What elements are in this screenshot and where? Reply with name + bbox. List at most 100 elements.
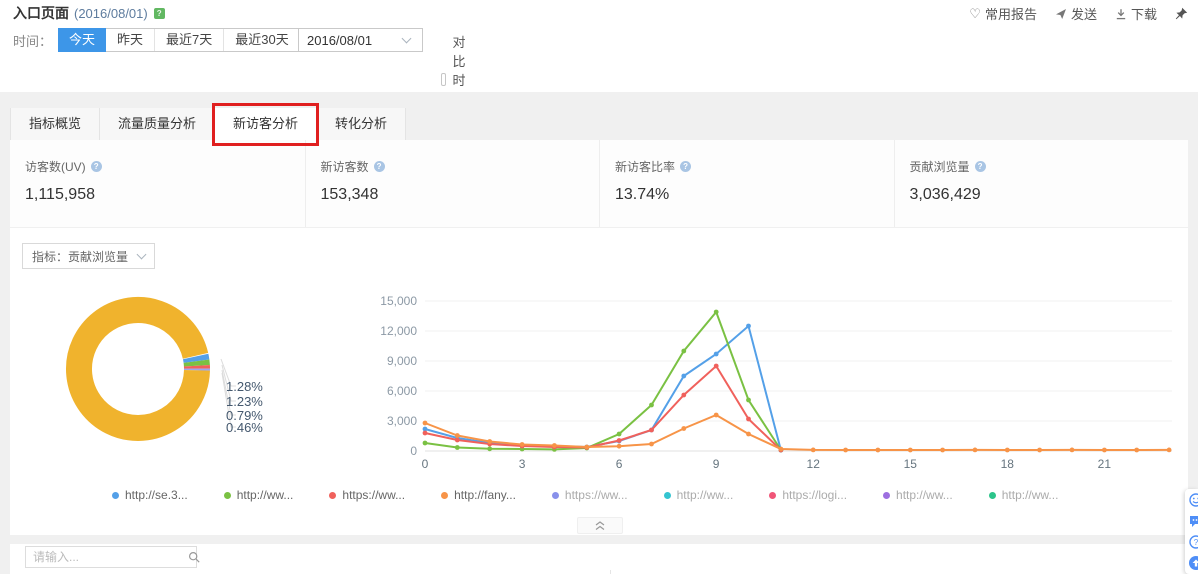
back-to-top-icon[interactable] — [1188, 555, 1198, 571]
svg-text:3,000: 3,000 — [387, 414, 417, 428]
donut-slice-label: 0.46% — [226, 420, 263, 435]
smiley-icon[interactable] — [1188, 492, 1198, 508]
metric-value: 13.74% — [615, 186, 894, 204]
search-input[interactable] — [26, 550, 188, 564]
send-icon — [1055, 8, 1067, 20]
preset-yesterday[interactable]: 昨天 — [106, 29, 155, 51]
legend-label: http://ww... — [896, 488, 953, 502]
legend-dot-icon — [112, 492, 119, 499]
help-circle-icon[interactable]: ? — [1188, 534, 1198, 550]
legend-item[interactable]: http://ww... — [664, 488, 734, 502]
svg-text:9,000: 9,000 — [387, 354, 417, 368]
metrics-row: 访客数(UV) ? 1,115,958 新访客数 ? 153,348 新访客比率… — [10, 140, 1188, 228]
search-icon[interactable] — [188, 551, 201, 564]
legend-label: https://ww... — [565, 488, 628, 502]
metric-selector-label: 指标： — [32, 248, 68, 265]
svg-text:6,000: 6,000 — [387, 384, 417, 398]
metric-label: 新访客数 — [321, 158, 369, 175]
title-help-icon[interactable]: ? — [154, 8, 165, 19]
legend-item[interactable]: http://fany... — [441, 488, 516, 502]
metric-selector-value: 贡献浏览量 — [68, 248, 128, 265]
legend-item[interactable]: http://ww... — [883, 488, 953, 502]
legend-item[interactable]: https://ww... — [552, 488, 628, 502]
tab-traffic-quality[interactable]: 流量质量分析 — [100, 108, 215, 140]
legend-dot-icon — [769, 492, 776, 499]
legend-dot-icon — [552, 492, 559, 499]
legend-item[interactable]: http://se.3... — [112, 488, 188, 502]
svg-text:0: 0 — [410, 444, 417, 458]
tab-conversion[interactable]: 转化分析 — [317, 108, 406, 140]
metric-value: 1,115,958 — [25, 186, 305, 204]
svg-text:9: 9 — [713, 457, 720, 471]
donut-chart — [40, 283, 285, 468]
page-header: 入口页面 (2016/08/01) ? ♡ 常用报告 发送 下载 时间： 今天 — [0, 0, 1198, 92]
metric-new-visitors: 新访客数 ? 153,348 — [305, 140, 600, 227]
date-picker[interactable] — [298, 28, 423, 52]
compare-checkbox[interactable] — [441, 73, 446, 86]
floating-toolbar: ? — [1185, 489, 1198, 574]
legend-dot-icon — [989, 492, 996, 499]
metric-label: 访客数(UV) — [25, 158, 86, 175]
metric-label: 贡献浏览量 — [910, 158, 970, 175]
time-filter: 时间： 今天 昨天 最近7天 最近30天 对比时间段 — [13, 28, 301, 52]
svg-text:12,000: 12,000 — [380, 324, 417, 338]
legend-dot-icon — [329, 492, 336, 499]
legend-item[interactable]: https://logi... — [769, 488, 847, 502]
legend-item[interactable]: https://ww... — [329, 488, 405, 502]
download-button[interactable]: 下载 — [1115, 4, 1157, 23]
svg-text:18: 18 — [1001, 457, 1015, 471]
legend-dot-icon — [441, 492, 448, 499]
title-row: 入口页面 (2016/08/01) ? — [13, 4, 165, 22]
svg-text:6: 6 — [616, 457, 623, 471]
legend-dot-icon — [224, 492, 231, 499]
preset-last30days[interactable]: 最近30天 — [224, 29, 299, 51]
help-icon[interactable]: ? — [374, 161, 385, 172]
svg-text:15: 15 — [904, 457, 918, 471]
chat-bubble-icon[interactable] — [1188, 513, 1198, 529]
time-filter-label: 时间： — [13, 31, 52, 50]
help-icon[interactable]: ? — [975, 161, 986, 172]
metric-uv: 访客数(UV) ? 1,115,958 — [10, 140, 305, 227]
preset-last7days[interactable]: 最近7天 — [155, 29, 224, 51]
chevron-down-icon — [137, 250, 147, 260]
svg-text:3: 3 — [519, 457, 526, 471]
page-title: 入口页面 — [13, 3, 69, 23]
download-icon — [1115, 8, 1127, 20]
svg-text:15,000: 15,000 — [380, 294, 417, 308]
preset-today[interactable]: 今天 — [58, 28, 106, 52]
svg-text:21: 21 — [1098, 457, 1112, 471]
legend-dot-icon — [664, 492, 671, 499]
favorites-label: 常用报告 — [985, 4, 1037, 23]
legend-item[interactable]: http://ww... — [224, 488, 294, 502]
metric-value: 153,348 — [321, 186, 600, 204]
download-label: 下载 — [1131, 4, 1157, 23]
report-card: 访客数(UV) ? 1,115,958 新访客数 ? 153,348 新访客比率… — [10, 140, 1188, 535]
help-icon[interactable]: ? — [91, 161, 102, 172]
send-label: 发送 — [1071, 4, 1097, 23]
search-box — [25, 546, 197, 568]
tab-new-visitors-label: 新访客分析 — [233, 116, 298, 131]
collapse-panel-button[interactable] — [577, 517, 623, 534]
tab-new-visitors[interactable]: 新访客分析 — [215, 108, 317, 140]
heart-icon: ♡ — [969, 6, 981, 22]
chevron-down-icon — [402, 34, 412, 44]
favorites-button[interactable]: ♡ 常用报告 — [969, 4, 1037, 23]
metric-label: 新访客比率 — [615, 158, 675, 175]
donut-slice-label: 1.23% — [226, 394, 263, 409]
chevron-double-up-icon — [594, 520, 606, 531]
send-button[interactable]: 发送 — [1055, 4, 1097, 23]
help-icon[interactable]: ? — [680, 161, 691, 172]
metric-selector-dropdown[interactable]: 指标： 贡献浏览量 — [22, 243, 155, 269]
donut-slice-label: 1.28% — [226, 379, 263, 394]
legend-label: http://ww... — [237, 488, 294, 502]
svg-text:0: 0 — [422, 457, 429, 471]
legend-item[interactable]: http://ww... — [989, 488, 1059, 502]
tab-metrics-overview[interactable]: 指标概览 — [10, 108, 100, 140]
svg-text:12: 12 — [807, 457, 821, 471]
tab-bar: 指标概览 流量质量分析 新访客分析 转化分析 — [10, 108, 406, 140]
legend-label: http://ww... — [1002, 488, 1059, 502]
line-chart: 0 3,000 6,000 9,000 12,000 15,000 0 3 6 9 12 15 18 21 — [370, 292, 1185, 474]
pin-button[interactable] — [1175, 7, 1188, 20]
date-input[interactable] — [299, 33, 395, 48]
table-column-divider — [610, 570, 611, 574]
